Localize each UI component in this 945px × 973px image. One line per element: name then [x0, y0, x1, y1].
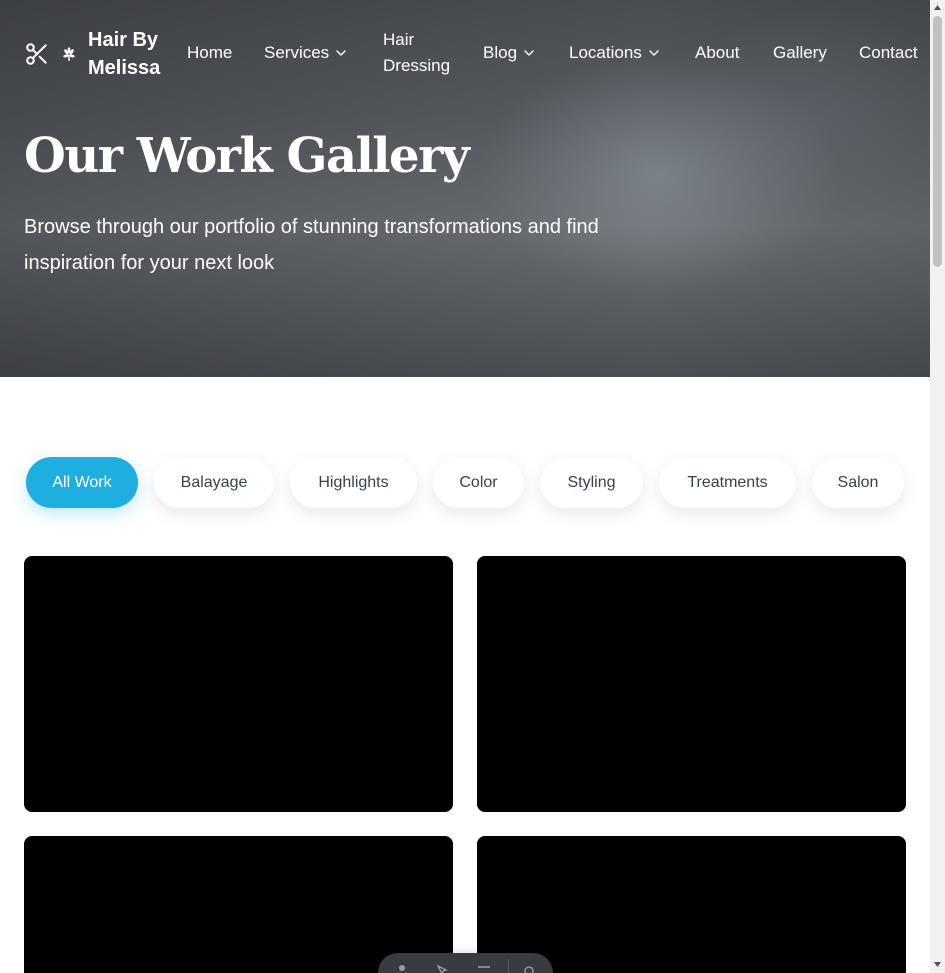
- filter-highlights[interactable]: Highlights: [290, 457, 417, 508]
- nav-contact-label: Contact: [859, 43, 918, 62]
- floating-toolbar: [378, 953, 553, 973]
- toolbar-divider: [508, 959, 509, 973]
- chevron-down-icon: [523, 47, 535, 59]
- nav-about[interactable]: About: [695, 40, 739, 66]
- filter-label: Styling: [567, 473, 616, 491]
- nav-services[interactable]: Services: [264, 40, 347, 66]
- nav-gallery-label: Gallery: [773, 43, 827, 62]
- nav-locations[interactable]: Locations: [569, 40, 660, 66]
- gallery-item[interactable]: [477, 836, 906, 973]
- gallery-item[interactable]: [24, 556, 453, 812]
- nav-blog[interactable]: Blog: [483, 40, 535, 66]
- gallery-item[interactable]: [24, 836, 453, 973]
- filter-treatments[interactable]: Treatments: [659, 457, 796, 508]
- nav-services-label: Services: [264, 43, 330, 62]
- chevron-down-icon: [648, 47, 660, 59]
- filter-styling[interactable]: Styling: [540, 457, 643, 508]
- scroll-down-arrow-icon[interactable]: [933, 960, 942, 969]
- scroll-up-arrow-icon[interactable]: [933, 3, 942, 12]
- filter-balayage[interactable]: Balayage: [154, 457, 274, 508]
- user-icon[interactable]: [394, 963, 410, 973]
- filter-label: Color: [459, 473, 498, 491]
- nav-home-label: Home: [187, 43, 233, 62]
- nav-locations-label: Locations: [569, 43, 642, 62]
- chevron-down-icon: [335, 47, 347, 59]
- page-scrollbar[interactable]: [930, 0, 945, 973]
- brand-name: Hair By Melissa: [88, 29, 161, 79]
- pointer-icon[interactable]: [434, 963, 450, 973]
- filter-color[interactable]: Color: [433, 457, 524, 508]
- flower-icon: [60, 45, 78, 63]
- menu-icon[interactable]: [476, 963, 492, 973]
- filter-label: Salon: [837, 473, 879, 491]
- scrollbar-thumb[interactable]: [933, 16, 942, 267]
- page-subtitle: Browse through our portfolio of stunning…: [24, 216, 599, 274]
- filter-salon[interactable]: Salon: [812, 457, 904, 508]
- nav-home[interactable]: Home: [187, 40, 232, 66]
- nav-blog-label: Blog: [483, 43, 518, 62]
- gallery-page: Hair By Melissa Home Services Hair Dress…: [0, 0, 930, 973]
- filter-label: All Work: [52, 473, 112, 491]
- nav-hair-dressing-label: Hair Dressing: [383, 30, 451, 75]
- nav-gallery[interactable]: Gallery: [773, 40, 827, 66]
- nav-hair-dressing[interactable]: Hair Dressing: [383, 27, 455, 79]
- brand-logo-link[interactable]: Hair By Melissa: [24, 26, 168, 82]
- filter-label: Balayage: [180, 473, 248, 491]
- nav-about-label: About: [695, 43, 740, 62]
- page-title: Our Work Gallery: [24, 128, 470, 184]
- gallery-item[interactable]: [477, 556, 906, 812]
- filter-label: Treatments: [687, 473, 768, 491]
- filter-label: Highlights: [318, 473, 389, 491]
- filter-all-work[interactable]: All Work: [26, 457, 138, 508]
- hero-banner: Hair By Melissa Home Services Hair Dress…: [0, 0, 930, 377]
- scissors-icon: [24, 41, 50, 67]
- nav-contact[interactable]: Contact: [859, 40, 918, 66]
- gear-icon[interactable]: [521, 963, 537, 973]
